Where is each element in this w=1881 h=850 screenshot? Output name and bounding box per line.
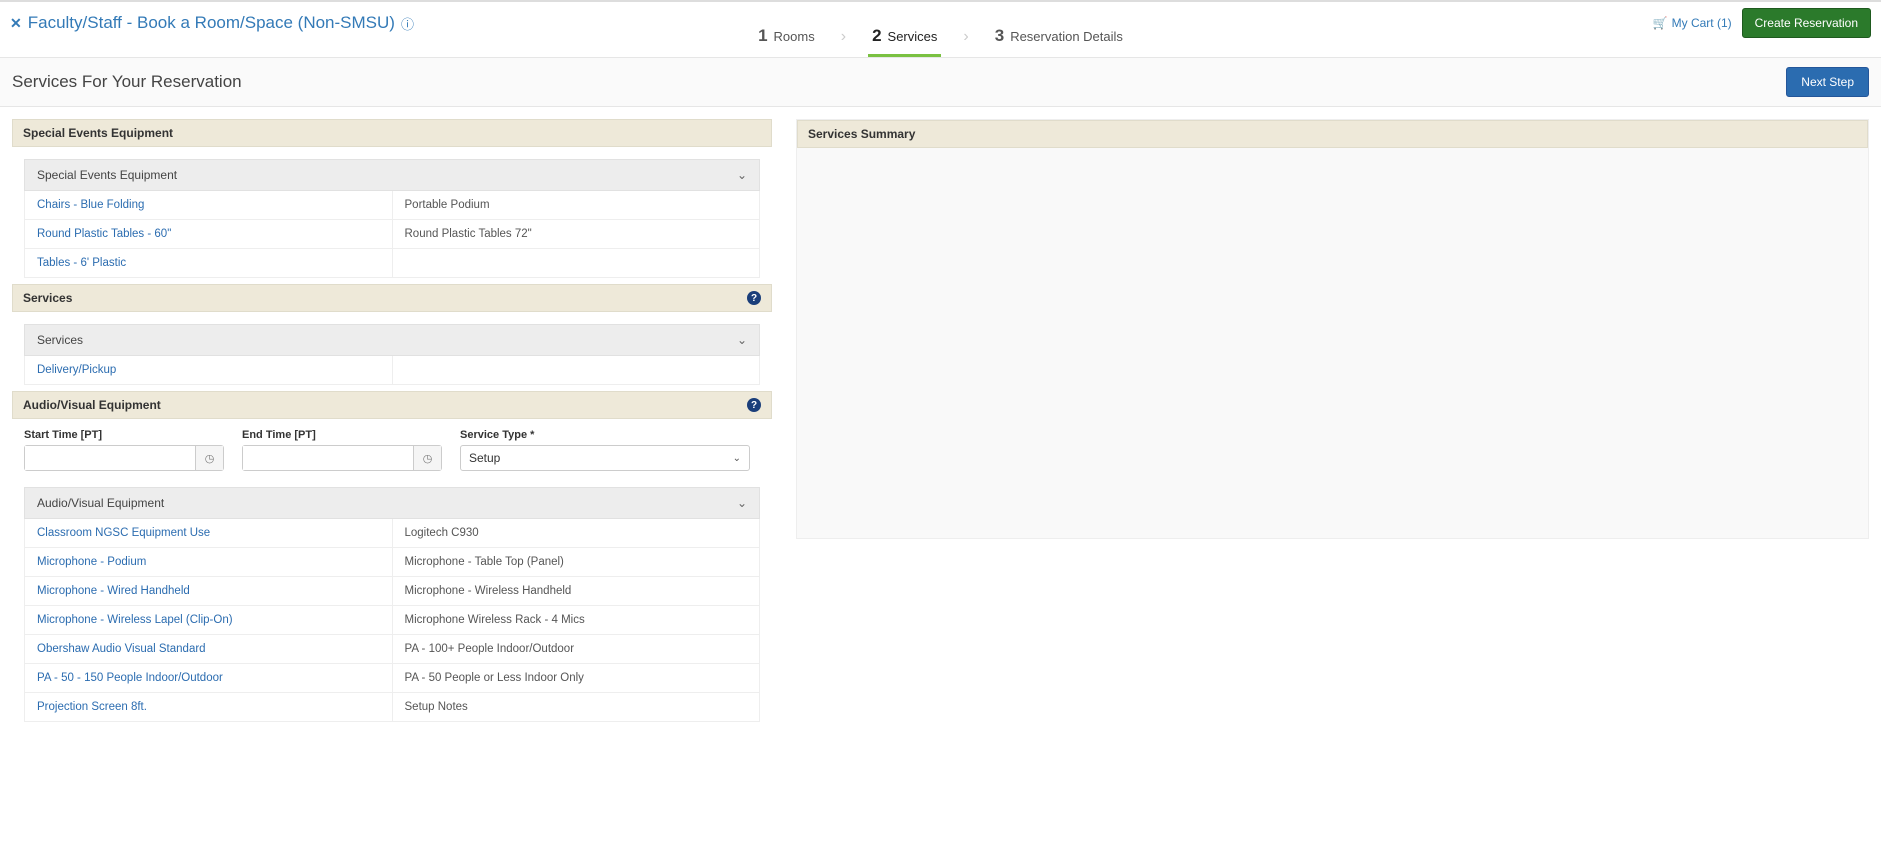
av-header: Audio/Visual Equipment ?: [12, 391, 772, 419]
special-events-header-label: Special Events Equipment: [23, 126, 173, 140]
close-icon[interactable]: ✕: [10, 15, 22, 32]
item-mic-wireless-lapel[interactable]: Microphone - Wireless Lapel (Clip-On): [25, 606, 393, 634]
services-header: Services ?: [12, 284, 772, 312]
item-mic-wireless-handheld[interactable]: Microphone - Wireless Handheld: [393, 577, 760, 605]
special-events-header: Special Events Equipment: [12, 119, 772, 147]
item-setup-notes[interactable]: Setup Notes: [393, 693, 760, 721]
clock-icon[interactable]: ◷: [413, 446, 441, 470]
item-round-tables-72[interactable]: Round Plastic Tables 72": [393, 220, 760, 248]
create-reservation-button[interactable]: Create Reservation: [1742, 8, 1871, 38]
services-summary-panel: Services Summary: [796, 119, 1869, 539]
item-pa-100plus[interactable]: PA - 100+ People Indoor/Outdoor: [393, 635, 760, 663]
summary-header: Services Summary: [797, 120, 1868, 148]
summary-header-label: Services Summary: [808, 127, 915, 141]
item-classroom-ngsc[interactable]: Classroom NGSC Equipment Use: [25, 519, 393, 547]
help-icon[interactable]: ?: [747, 291, 761, 305]
service-type-label: Service Type *: [460, 429, 750, 441]
item-round-tables-60[interactable]: Round Plastic Tables - 60": [25, 220, 393, 248]
item-chairs-blue-folding[interactable]: Chairs - Blue Folding: [25, 191, 393, 219]
av-subheader-label: Audio/Visual Equipment: [37, 496, 164, 510]
item-pa-50-150[interactable]: PA - 50 - 150 People Indoor/Outdoor: [25, 664, 393, 692]
services-header-label: Services: [23, 291, 72, 305]
my-cart-link[interactable]: 🛒 My Cart (1): [1653, 16, 1732, 30]
item-mic-podium[interactable]: Microphone - Podium: [25, 548, 393, 576]
item-mic-wired-handheld[interactable]: Microphone - Wired Handheld: [25, 577, 393, 605]
av-subheader[interactable]: Audio/Visual Equipment ⌄: [24, 487, 760, 519]
help-icon[interactable]: ?: [747, 398, 761, 412]
special-events-subheader[interactable]: Special Events Equipment ⌄: [24, 159, 760, 191]
next-step-button[interactable]: Next Step: [1786, 67, 1869, 97]
clock-icon[interactable]: ◷: [195, 446, 223, 470]
end-time-input[interactable]: [243, 446, 413, 470]
service-type-value: Setup: [469, 451, 500, 465]
item-mic-tabletop[interactable]: Microphone - Table Top (Panel): [393, 548, 760, 576]
empty-cell: [393, 356, 760, 384]
item-portable-podium[interactable]: Portable Podium: [393, 191, 760, 219]
start-time-input[interactable]: [25, 446, 195, 470]
section-title: Services For Your Reservation: [12, 72, 242, 92]
start-time-label: Start Time [PT]: [24, 429, 224, 441]
page-title: Faculty/Staff - Book a Room/Space (Non-S…: [28, 13, 395, 33]
item-obershaw-av[interactable]: Obershaw Audio Visual Standard: [25, 635, 393, 663]
item-delivery-pickup[interactable]: Delivery/Pickup: [25, 356, 393, 384]
end-time-label: End Time [PT]: [242, 429, 442, 441]
chevron-down-icon: ⌄: [737, 333, 747, 347]
item-pa-50-indoor[interactable]: PA - 50 People or Less Indoor Only: [393, 664, 760, 692]
service-type-select[interactable]: Setup ⌄: [460, 445, 750, 471]
empty-cell: [393, 249, 760, 277]
chevron-down-icon: ⌄: [737, 168, 747, 182]
item-logitech-c930[interactable]: Logitech C930: [393, 519, 760, 547]
chevron-down-icon: ⌄: [733, 453, 741, 464]
item-mic-wireless-rack[interactable]: Microphone Wireless Rack - 4 Mics: [393, 606, 760, 634]
special-events-subheader-label: Special Events Equipment: [37, 168, 177, 182]
av-header-label: Audio/Visual Equipment: [23, 398, 161, 412]
services-subheader-label: Services: [37, 333, 83, 347]
cart-label: My Cart (1): [1672, 16, 1732, 30]
item-projection-screen[interactable]: Projection Screen 8ft.: [25, 693, 393, 721]
info-icon[interactable]: ⓘ: [401, 14, 414, 33]
item-tables-6ft[interactable]: Tables - 6' Plastic: [25, 249, 393, 277]
chevron-down-icon: ⌄: [737, 496, 747, 510]
services-subheader[interactable]: Services ⌄: [24, 324, 760, 356]
cart-icon: 🛒: [1653, 16, 1668, 30]
